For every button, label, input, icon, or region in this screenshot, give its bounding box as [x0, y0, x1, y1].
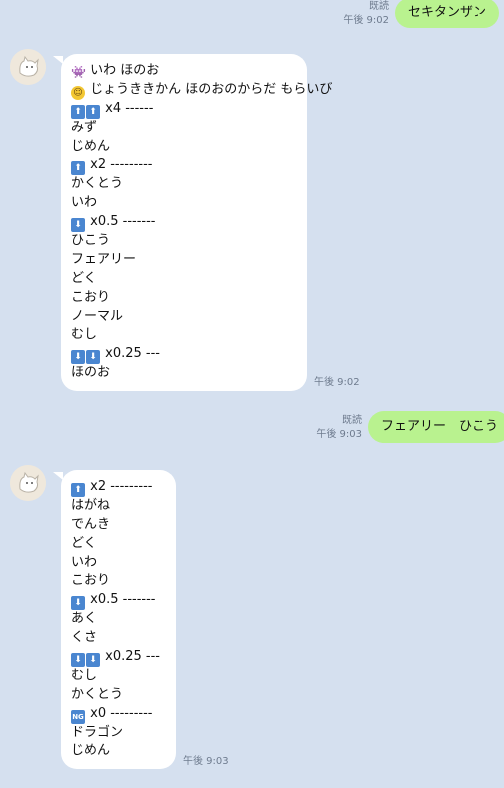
- message-line-text: むし: [71, 667, 98, 683]
- message-line-text: みず: [71, 119, 98, 135]
- arrow-down-icon: ⬇: [71, 218, 85, 233]
- message-line-text: でんき: [71, 516, 111, 532]
- message-line: いわ: [71, 194, 297, 213]
- message-line: 👾 いわ ほのお: [71, 62, 297, 81]
- message-line: ⬆ ⬆ x4 ------: [71, 100, 297, 119]
- arrow-up-icon: ⬆: [71, 104, 85, 119]
- message-timestamp: 午後 9:03: [316, 429, 362, 440]
- message-line-text: はがね: [71, 497, 111, 513]
- message-line-text: いわ ほのお: [90, 63, 160, 78]
- message-line: あく: [71, 610, 166, 629]
- avatar[interactable]: [10, 49, 46, 85]
- message-line: じめん: [71, 742, 166, 761]
- message-timestamp: 午後 9:03: [183, 756, 229, 767]
- message-line: ⬇ ⬇ x0.25 ---: [71, 345, 297, 365]
- message-line-text: どく: [71, 535, 97, 551]
- message-timestamp: 午後 9:02: [343, 15, 389, 26]
- avatar[interactable]: [10, 465, 46, 501]
- message-line-text: じょうききかん ほのおのからだ もらいび: [90, 81, 333, 97]
- message-line: くさ: [71, 629, 166, 648]
- arrow-down-icon: ⬇: [86, 653, 100, 668]
- message-line-text: いわ: [71, 554, 98, 570]
- arrow-down-icon: ⬇: [71, 350, 85, 365]
- message-line-text: x2 ---------: [90, 157, 153, 173]
- incoming-message-bubble[interactable]: 👾 いわ ほのお ☺ じょうききかん ほのおのからだ もらいび ⬆ ⬆ x4 ----…: [61, 54, 332, 392]
- message-line-text: じめん: [71, 743, 111, 759]
- message-line-text: ドラゴン: [71, 724, 124, 740]
- message-line: ⬇ x0.5 -------: [71, 591, 166, 611]
- ng-icon: NG: [71, 709, 85, 724]
- message-line-text: かくとう: [71, 176, 124, 192]
- message-line: フェアリー: [71, 251, 297, 270]
- message-line-text: x0 ---------: [90, 705, 153, 721]
- message-line: ⬇ x0.5 -------: [71, 213, 297, 233]
- message-line-text: ノーマル: [71, 308, 124, 324]
- message-line-text: どく: [71, 270, 97, 286]
- message-line-text: くさ: [71, 630, 98, 646]
- message-line: ☺ じょうききかん ほのおのからだ もらいび: [71, 81, 332, 100]
- read-receipt: 既読: [369, 1, 389, 12]
- message-line: じめん: [71, 138, 297, 157]
- message-line-text: こおり: [71, 289, 111, 305]
- cat-avatar-icon: [10, 465, 46, 501]
- message-line: ひこう: [71, 232, 297, 251]
- message-line-text: ひこう: [71, 233, 111, 249]
- message-line: みず: [71, 119, 297, 138]
- incoming-message-bubble[interactable]: ⬆ x2 --------- はがね でんき どく いわ こおり ⬇ x0.5 ------…: [61, 470, 176, 770]
- bubble-tail: [478, 14, 492, 24]
- message-line-text: こおり: [71, 573, 111, 589]
- message-line: どく: [71, 535, 166, 554]
- message-line-text: x0.5 -------: [90, 592, 156, 608]
- arrow-down-icon: ⬇: [71, 596, 85, 611]
- message-line: ⬆ x2 ---------: [71, 478, 166, 497]
- arrow-up-icon: ⬆: [86, 104, 100, 119]
- message-line-text: かくとう: [71, 686, 124, 702]
- arrow-up-icon: ⬆: [71, 161, 85, 176]
- read-receipt: 既読: [342, 415, 362, 426]
- message-line: はがね: [71, 497, 166, 516]
- alien-monster-icon: 👾: [71, 65, 86, 79]
- message-line-text: x2 ---------: [90, 479, 153, 494]
- message-line-text: x4 ------: [105, 100, 154, 116]
- message-line-text: いわ: [71, 195, 98, 211]
- arrow-up-icon: ⬆: [71, 483, 85, 497]
- message-line-text: ほのお: [71, 365, 111, 381]
- message-line: いわ: [71, 554, 166, 573]
- message-line: こおり: [71, 572, 166, 591]
- message-line-text: むし: [71, 327, 98, 343]
- message-line: ⬇ ⬇ x0.25 ---: [71, 648, 166, 668]
- message-line: ほのお: [71, 364, 297, 383]
- message-line: かくとう: [71, 686, 166, 705]
- message-line: ドラゴン: [71, 724, 166, 743]
- bubble-tail: [479, 414, 489, 422]
- arrow-down-icon: ⬇: [86, 350, 100, 365]
- message-line-text: フェアリー: [71, 251, 137, 267]
- message-line: こおり: [71, 289, 297, 308]
- message-line-text: じめん: [71, 138, 111, 154]
- message-line: ⬆ x2 ---------: [71, 156, 297, 176]
- cat-avatar-icon: [10, 49, 46, 85]
- message-line: かくとう: [71, 175, 297, 194]
- message-line: でんき: [71, 516, 166, 535]
- message-line-text: x0.25 ---: [105, 346, 160, 362]
- arrow-down-icon: ⬇: [71, 653, 85, 668]
- message-line: ノーマル: [71, 308, 297, 327]
- message-line: むし: [71, 326, 297, 345]
- message-line-text: x0.25 ---: [105, 649, 160, 665]
- message-line: むし: [71, 667, 166, 686]
- message-line: どく: [71, 270, 297, 289]
- smiley-icon: ☺: [71, 85, 85, 100]
- message-timestamp: 午後 9:02: [314, 377, 360, 388]
- message-text: セキタンザン: [408, 5, 487, 20]
- message-line-text: x0.5 -------: [90, 214, 156, 230]
- message-line: NG x0 ---------: [71, 705, 166, 724]
- message-line-text: あく: [71, 611, 98, 627]
